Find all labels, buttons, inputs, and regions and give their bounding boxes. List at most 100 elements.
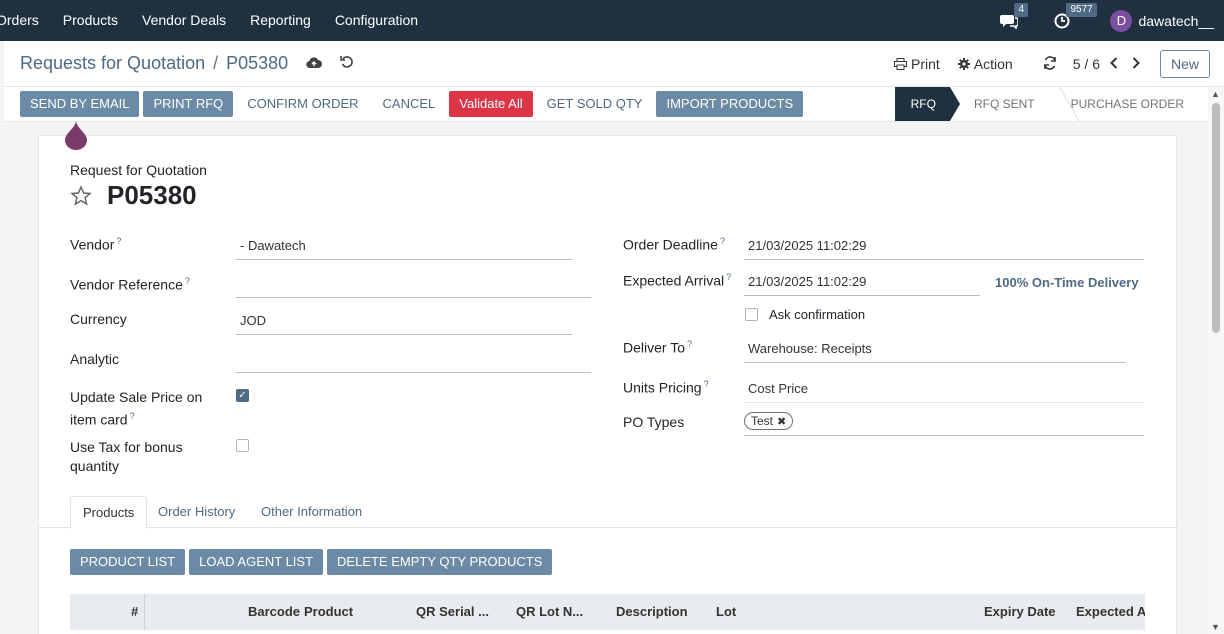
stage-rfq-sent[interactable]: RFQ SENT (950, 87, 1049, 121)
action-label: Action (973, 56, 1013, 72)
scroll-down-icon[interactable]: ▼ (1211, 622, 1220, 632)
form-sheet: Request for Quotation P05380 Vendor? - D… (38, 135, 1178, 634)
currency-field[interactable]: JOD (236, 313, 572, 335)
pager-value[interactable]: 5 / 6 (1073, 56, 1100, 72)
vendor-field[interactable]: - Dawatech (236, 238, 572, 260)
update-sale-price-label: Update Sale Price on item card? (70, 389, 203, 428)
update-sale-price-checkbox[interactable]: ✓ (236, 389, 249, 402)
vendor-label: Vendor? (70, 236, 122, 253)
print-label: Print (911, 56, 940, 72)
on-time-delivery-link[interactable]: 100% On-Time Delivery (995, 275, 1139, 290)
breadcrumb: Requests for Quotation / P05380 (20, 53, 354, 74)
column-header-barcode[interactable]: Barcode (248, 594, 300, 630)
use-tax-bonus-checkbox[interactable] (236, 439, 249, 452)
discard-icon[interactable] (340, 55, 354, 72)
avatar: D (1110, 9, 1133, 32)
control-panel: Requests for Quotation / P05380 Print Ac… (4, 41, 1224, 87)
load-agent-list-button[interactable]: LOAD AGENT LIST (189, 549, 324, 575)
print-rfq-button[interactable]: PRINT RFQ (143, 91, 234, 117)
page-scrollbar[interactable]: ▲ ▼ (1208, 87, 1224, 634)
column-header-expiry-date[interactable]: Expiry Date (984, 594, 1056, 630)
activities-button[interactable]: 9577 (1054, 2, 1097, 29)
column-header-qr-lot[interactable]: QR Lot N... (516, 594, 610, 630)
main-menu: Orders Products Vendor Deals Reporting C… (0, 0, 430, 41)
activities-badge: 9577 (1066, 2, 1097, 17)
tag-remove-icon[interactable]: ✖ (777, 415, 786, 428)
use-tax-bonus-label: Use Tax for bonus quantity (70, 439, 183, 474)
column-header-description[interactable]: Description (616, 594, 688, 630)
vendor-reference-field[interactable] (236, 276, 591, 298)
ask-confirmation-checkbox[interactable] (745, 308, 758, 321)
messages-button[interactable]: 4 (1000, 2, 1029, 29)
order-lines-table-header: # Barcode Product QR Serial ... QR Lot N… (70, 594, 1145, 630)
menu-item-reporting[interactable]: Reporting (238, 0, 323, 41)
action-button[interactable]: Action (957, 56, 1013, 72)
expected-arrival-label: Expected Arrival? (623, 272, 732, 289)
user-menu[interactable]: D dawatech__ (1110, 9, 1214, 32)
column-header-index[interactable]: # (131, 594, 138, 630)
po-types-label: PO Types (623, 414, 685, 430)
deliver-to-label: Deliver To? (623, 339, 693, 356)
product-list-button[interactable]: PRODUCT LIST (70, 549, 186, 575)
analytic-label: Analytic (70, 351, 120, 367)
deliver-to-field[interactable]: Warehouse: Receipts (744, 341, 1125, 363)
send-by-email-button[interactable]: SEND BY EMAIL (20, 91, 140, 117)
po-name: P05380 (107, 180, 197, 210)
stage-purchase-order[interactable]: PURCHASE ORDER (1049, 87, 1198, 121)
notebook-tabs: Products Order History Other Information (39, 496, 1178, 529)
menu-item-configuration[interactable]: Configuration (323, 0, 430, 41)
menu-item-orders[interactable]: Orders (0, 0, 51, 41)
order-deadline-field[interactable]: 21/03/2025 11:02:29 (744, 238, 1144, 260)
expected-arrival-field[interactable]: 21/03/2025 11:02:29 (744, 274, 980, 296)
cancel-button[interactable]: CANCEL (373, 91, 446, 117)
messages-badge: 4 (1014, 2, 1029, 17)
printer-icon (894, 58, 908, 70)
vendor-reference-label: Vendor Reference? (70, 276, 190, 293)
units-pricing-field[interactable]: Cost Price (744, 381, 1144, 403)
user-name: dawatech__ (1138, 12, 1214, 29)
column-header-product[interactable]: Product (304, 594, 353, 630)
control-actions: Print Action 5 / 6 New (894, 41, 1224, 87)
print-button[interactable]: Print (894, 56, 940, 72)
form-title-label: Request for Quotation (70, 162, 207, 178)
stage-rfq[interactable]: RFQ (894, 87, 961, 121)
scrollbar-thumb[interactable] (1212, 103, 1220, 333)
breadcrumb-current: P05380 (226, 53, 289, 73)
column-header-expected-arrival[interactable]: Expected Ar (1076, 594, 1145, 630)
order-deadline-label: Order Deadline? (623, 236, 725, 253)
po-type-tag: Test ✖ (744, 412, 794, 430)
top-navbar: Orders Products Vendor Deals Reporting C… (0, 0, 1224, 41)
tab-products[interactable]: Products (70, 496, 148, 529)
column-header-qr-serial[interactable]: QR Serial ... (416, 594, 510, 630)
import-products-button[interactable]: IMPORT PRODUCTS (656, 91, 804, 117)
pager-next-icon[interactable] (1132, 56, 1140, 72)
units-pricing-label: Units Pricing? (623, 379, 709, 396)
tab-order-history[interactable]: Order History (146, 496, 247, 528)
menu-item-products[interactable]: Products (51, 0, 130, 41)
delete-empty-qty-button[interactable]: DELETE EMPTY QTY PRODUCTS (327, 549, 553, 575)
navbar-systray: 4 9577 D dawatech__ (1000, 0, 1214, 41)
validate-all-button[interactable]: Validate All (449, 91, 533, 117)
breadcrumb-separator: / (213, 53, 219, 73)
breadcrumb-parent[interactable]: Requests for Quotation (20, 53, 205, 74)
refresh-icon[interactable] (1043, 55, 1057, 73)
drop-marker-icon (65, 120, 87, 150)
new-button[interactable]: New (1159, 50, 1210, 78)
analytic-field[interactable] (236, 351, 591, 373)
column-header-lot[interactable]: Lot (716, 594, 736, 630)
gear-icon (957, 58, 970, 70)
confirm-order-button[interactable]: CONFIRM ORDER (237, 91, 368, 117)
po-type-tag-label: Test (751, 414, 774, 428)
save-cloud-icon[interactable] (306, 56, 323, 72)
pager-previous-icon[interactable] (1110, 56, 1118, 72)
tab-other-information[interactable]: Other Information (249, 496, 374, 528)
menu-item-vendor-deals[interactable]: Vendor Deals (130, 0, 238, 41)
currency-label: Currency (70, 311, 127, 327)
priority-star-icon[interactable] (70, 185, 92, 213)
po-types-field[interactable]: Test ✖ (744, 412, 1144, 436)
ask-confirmation-label: Ask confirmation (769, 307, 866, 322)
product-action-buttons: PRODUCT LIST LOAD AGENT LIST DELETE EMPT… (70, 549, 553, 575)
column-divider (144, 594, 145, 630)
get-sold-qty-button[interactable]: GET SOLD QTY (537, 91, 653, 117)
scroll-up-icon[interactable]: ▲ (1211, 89, 1220, 99)
